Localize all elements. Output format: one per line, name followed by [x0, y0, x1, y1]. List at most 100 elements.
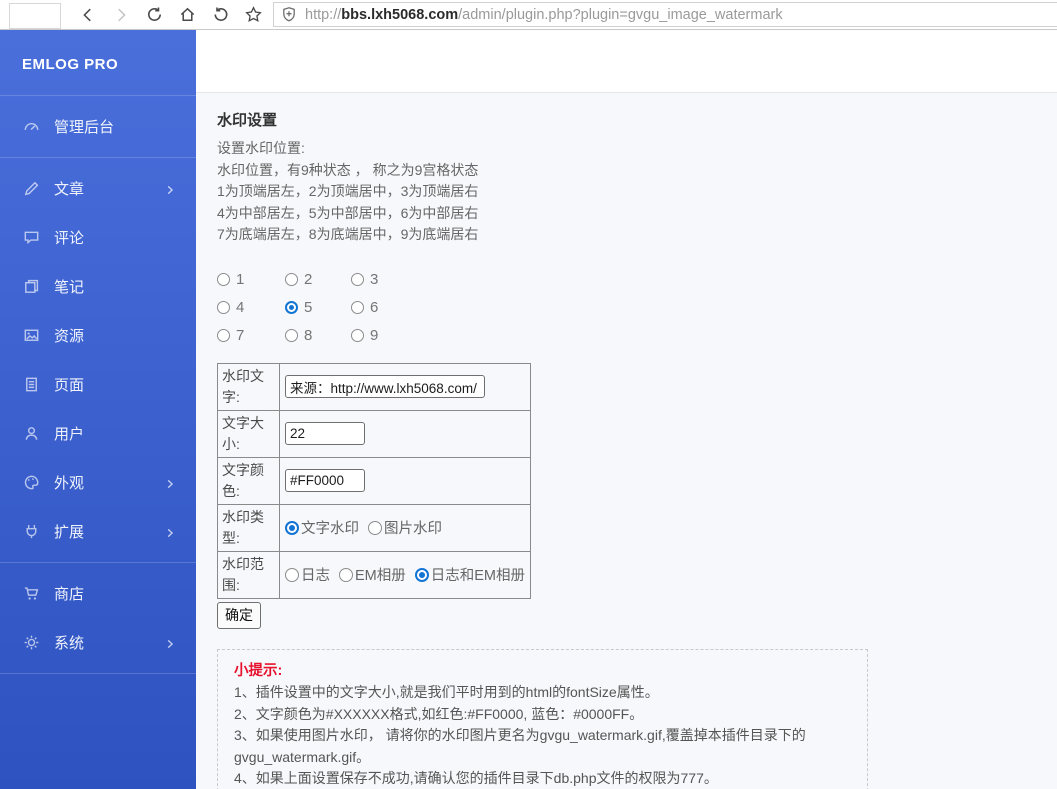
sidebar-item-label: 系统 [54, 635, 85, 652]
radio-icon[interactable] [217, 329, 230, 342]
font-size-input[interactable] [285, 422, 365, 445]
radio-icon[interactable] [217, 301, 230, 314]
position-radio-3[interactable]: 3 [351, 270, 421, 290]
table-row: 文字大小: [217, 409, 531, 458]
radio-icon[interactable] [339, 567, 353, 582]
sidebar: EMLOG PRO 管理后台文章评论笔记资源页面用户外观扩展商店系统 [0, 30, 196, 789]
radio-icon[interactable] [285, 273, 298, 286]
field-label: 水印类型: [217, 503, 280, 552]
gear-icon [22, 633, 41, 652]
radio-option-label: EM相册 [355, 568, 406, 584]
position-radio-5[interactable]: 5 [285, 298, 351, 318]
position-radio-2[interactable]: 2 [285, 270, 351, 290]
instruction-line: 设置水印位置: [217, 140, 305, 156]
forward-icon[interactable] [111, 5, 131, 25]
note-icon [22, 277, 41, 296]
tip-line: 1、插件设置中的文字大小,就是我们平时用到的html的fontSize属性。 [234, 684, 659, 700]
radio-icon[interactable] [285, 520, 299, 535]
radio-icon[interactable] [351, 329, 364, 342]
watermark-text-input[interactable] [285, 375, 485, 398]
tips-box: 小提示: 1、插件设置中的文字大小,就是我们平时用到的html的fontSize… [217, 648, 868, 789]
sidebar-item-label: 资源 [54, 328, 85, 345]
position-radio-8[interactable]: 8 [285, 326, 351, 346]
instruction-line: 7为底端居左，8为底端居中，9为底端居右 [217, 226, 479, 242]
radio-icon[interactable] [285, 301, 298, 314]
chevron-right-icon [164, 526, 176, 538]
position-radio-label: 8 [304, 327, 313, 344]
position-radio-7[interactable]: 7 [217, 326, 285, 346]
instruction-line: 1为顶端居左，2为顶端居中，3为顶端居右 [217, 183, 479, 199]
site-security-shield-icon[interactable] [279, 5, 299, 25]
sidebar-item-appearance[interactable]: 外观 [0, 458, 196, 507]
home-icon[interactable] [177, 5, 197, 25]
position-radio-6[interactable]: 6 [351, 298, 421, 318]
radio-icon[interactable] [414, 567, 429, 582]
radio-option-label: 图片水印 [384, 521, 442, 537]
chevron-right-icon [164, 477, 176, 489]
page-icon [22, 375, 41, 394]
table-row: 水印文字: [217, 362, 531, 411]
radio-option-label: 日志和EM相册 [430, 568, 525, 584]
sidebar-menu: 管理后台文章评论笔记资源页面用户外观扩展商店系统 [0, 95, 196, 674]
radio-option-label: 文字水印 [301, 521, 359, 537]
sidebar-divider [0, 95, 196, 96]
watermark-scope-radio[interactable]: EM相册 [339, 564, 406, 585]
watermark-scope-radio[interactable]: 日志 [285, 564, 330, 585]
pencil-icon [22, 179, 41, 198]
sidebar-item-users[interactable]: 用户 [0, 409, 196, 458]
watermark-scope-radio[interactable]: 日志和EM相册 [414, 564, 525, 585]
user-icon [22, 424, 41, 443]
tip-line: 4、如果上面设置保存不成功,请确认您的插件目录下db.php文件的权限为777。 [234, 770, 718, 786]
browser-tab[interactable] [9, 2, 61, 29]
radio-icon[interactable] [285, 567, 299, 582]
table-row: 水印类型: 文字水印 图片水印 [217, 503, 531, 552]
sidebar-item-pages[interactable]: 页面 [0, 360, 196, 409]
sidebar-item-label: 管理后台 [54, 119, 115, 136]
sidebar-item-label: 页面 [54, 377, 85, 394]
back-icon[interactable] [78, 5, 98, 25]
position-radio-label: 7 [236, 327, 245, 344]
sidebar-item-label: 外观 [54, 475, 85, 492]
radio-icon[interactable] [368, 520, 382, 535]
sidebar-item-resources[interactable]: 资源 [0, 311, 196, 360]
undo-icon[interactable] [210, 5, 230, 25]
sidebar-item-label: 笔记 [54, 279, 85, 296]
sidebar-item-label: 评论 [54, 230, 85, 247]
sidebar-item-store[interactable]: 商店 [0, 569, 196, 618]
radio-icon[interactable] [285, 329, 298, 342]
tip-line: 2、文字颜色为#XXXXXX格式,如红色:#FF0000, 蓝色：#0000FF… [234, 705, 644, 722]
position-radio-4[interactable]: 4 [217, 298, 285, 318]
radio-icon[interactable] [217, 273, 230, 286]
app-logo: EMLOG PRO [22, 56, 119, 73]
radio-icon[interactable] [351, 301, 364, 314]
position-radio-label: 6 [370, 299, 379, 316]
sidebar-item-label: 扩展 [54, 524, 85, 541]
position-instructions: 设置水印位置: 水印位置，有9种状态 ， 称之为9宫格状态 1为顶端居左，2为顶端居… [217, 138, 1057, 246]
font-color-input[interactable] [285, 469, 365, 492]
instruction-line: 水印位置，有9种状态 ， 称之为9宫格状态 [217, 161, 479, 178]
favorite-star-icon[interactable] [243, 5, 263, 25]
position-radio-1[interactable]: 1 [217, 270, 285, 290]
position-radio-grid: 1 2 3 4 5 6 7 8 9 [217, 270, 1057, 346]
dashboard-icon [22, 117, 41, 136]
plug-icon [22, 522, 41, 541]
position-radio-9[interactable]: 9 [351, 326, 421, 346]
url-text: http://bbs.lxh5068.com/admin/plugin.php?… [305, 6, 783, 23]
sidebar-item-dashboard[interactable]: 管理后台 [0, 102, 196, 151]
sidebar-item-system[interactable]: 系统 [0, 618, 196, 667]
sidebar-item-articles[interactable]: 文章 [0, 164, 196, 213]
watermark-type-radio[interactable]: 图片水印 [368, 517, 442, 538]
main-content: 水印设置 设置水印位置: 水印位置，有9种状态 ， 称之为9宫格状态 1为顶端居左，… [196, 30, 1057, 789]
address-bar[interactable]: http://bbs.lxh5068.com/admin/plugin.php?… [273, 2, 1057, 27]
browser-toolbar: http://bbs.lxh5068.com/admin/plugin.php?… [0, 0, 1057, 30]
palette-icon [22, 473, 41, 492]
watermark-type-radio[interactable]: 文字水印 [285, 517, 359, 538]
watermark-settings-table: 水印文字:文字大小:文字颜色:水印类型: 文字水印 图片水印水印范围: 日志 EM相册 日… [217, 362, 531, 599]
radio-icon[interactable] [351, 273, 364, 286]
confirm-button[interactable]: 确定 [217, 601, 261, 629]
sidebar-item-notes[interactable]: 笔记 [0, 262, 196, 311]
refresh-icon[interactable] [144, 5, 164, 25]
position-radio-label: 1 [236, 271, 245, 288]
sidebar-item-comments[interactable]: 评论 [0, 213, 196, 262]
sidebar-item-extensions[interactable]: 扩展 [0, 507, 196, 556]
